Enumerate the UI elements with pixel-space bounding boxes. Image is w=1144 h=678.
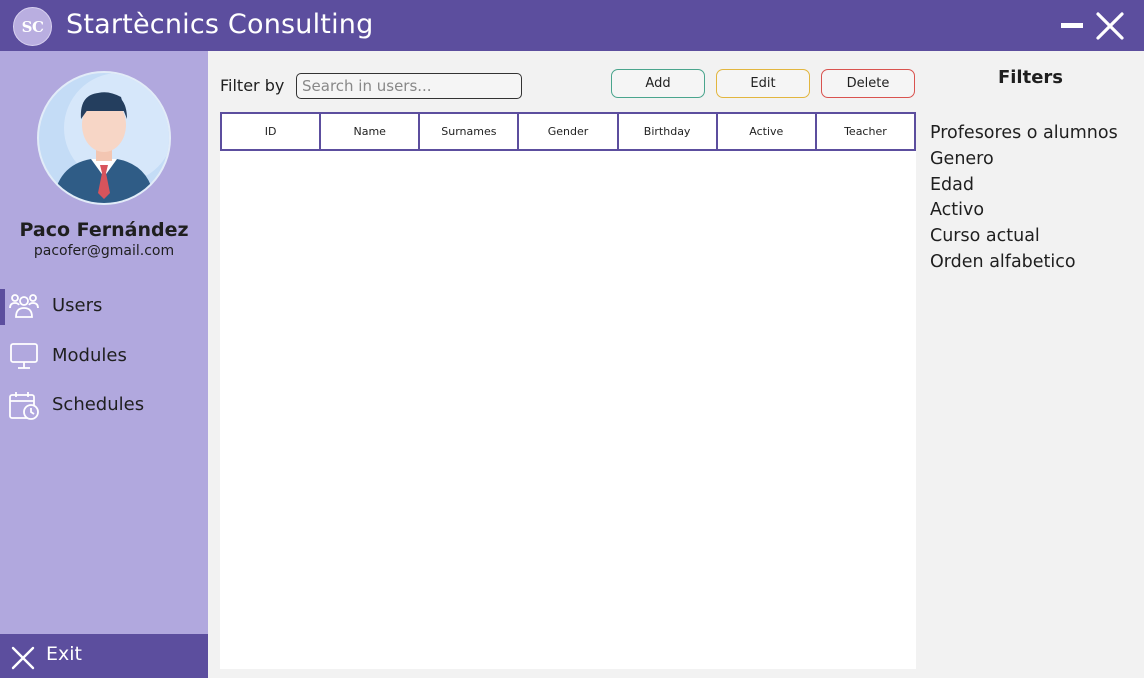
column-header-teacher[interactable]: Teacher (817, 114, 914, 149)
user-avatar (37, 71, 171, 205)
sidebar: Paco Fernández pacofer@gmail.com Users M… (0, 51, 208, 678)
user-email: pacofer@gmail.com (33, 243, 175, 259)
exit-label: Exit (46, 643, 82, 665)
sidebar-item-users[interactable]: Users (0, 285, 208, 329)
edit-button[interactable]: Edit (716, 69, 810, 98)
column-header-name[interactable]: Name (321, 114, 421, 149)
delete-button[interactable]: Delete (821, 69, 915, 98)
close-icon (1096, 12, 1124, 40)
column-header-surnames[interactable]: Surnames (420, 114, 520, 149)
sidebar-item-modules[interactable]: Modules (0, 335, 208, 379)
minimize-icon (1061, 23, 1083, 28)
minimize-button[interactable] (1055, 9, 1089, 43)
column-header-active[interactable]: Active (718, 114, 817, 149)
filter-option-active[interactable]: Activo (930, 198, 1140, 224)
sidebar-item-label: Schedules (52, 394, 145, 415)
close-icon (11, 646, 35, 670)
column-header-birthday[interactable]: Birthday (619, 114, 718, 149)
column-header-id[interactable]: ID (222, 114, 322, 149)
user-name: Paco Fernández (19, 219, 189, 241)
close-button[interactable] (1093, 9, 1127, 43)
filter-option-age[interactable]: Edad (930, 173, 1140, 199)
filter-label: Filter by (220, 76, 285, 95)
column-header-gender[interactable]: Gender (519, 114, 619, 149)
exit-button[interactable]: Exit (0, 634, 208, 678)
filter-list: Profesores o alumnos Genero Edad Activo … (930, 121, 1140, 276)
title-bar: SC Startècnics Consulting (0, 0, 1144, 51)
sidebar-item-label: Modules (52, 345, 127, 366)
filter-option-gender[interactable]: Genero (930, 147, 1140, 173)
sidebar-item-schedules[interactable]: Schedules (0, 384, 208, 428)
sidebar-item-label: Users (52, 295, 103, 316)
filters-title: Filters (997, 67, 1064, 88)
users-table: ID Name Surnames Gender Birthday Active … (220, 112, 916, 669)
search-input[interactable] (296, 73, 522, 99)
filter-option-current-course[interactable]: Curso actual (930, 224, 1140, 250)
company-logo: SC (13, 7, 52, 46)
calendar-clock-icon (9, 392, 39, 420)
table-header: ID Name Surnames Gender Birthday Active … (220, 112, 916, 151)
filter-option-role[interactable]: Profesores o alumnos (930, 121, 1140, 147)
filter-option-alphabetical[interactable]: Orden alfabetico (930, 250, 1140, 276)
monitor-icon (10, 343, 38, 369)
app-title: Startècnics Consulting (66, 9, 374, 40)
users-icon (9, 294, 39, 318)
add-button[interactable]: Add (611, 69, 705, 98)
